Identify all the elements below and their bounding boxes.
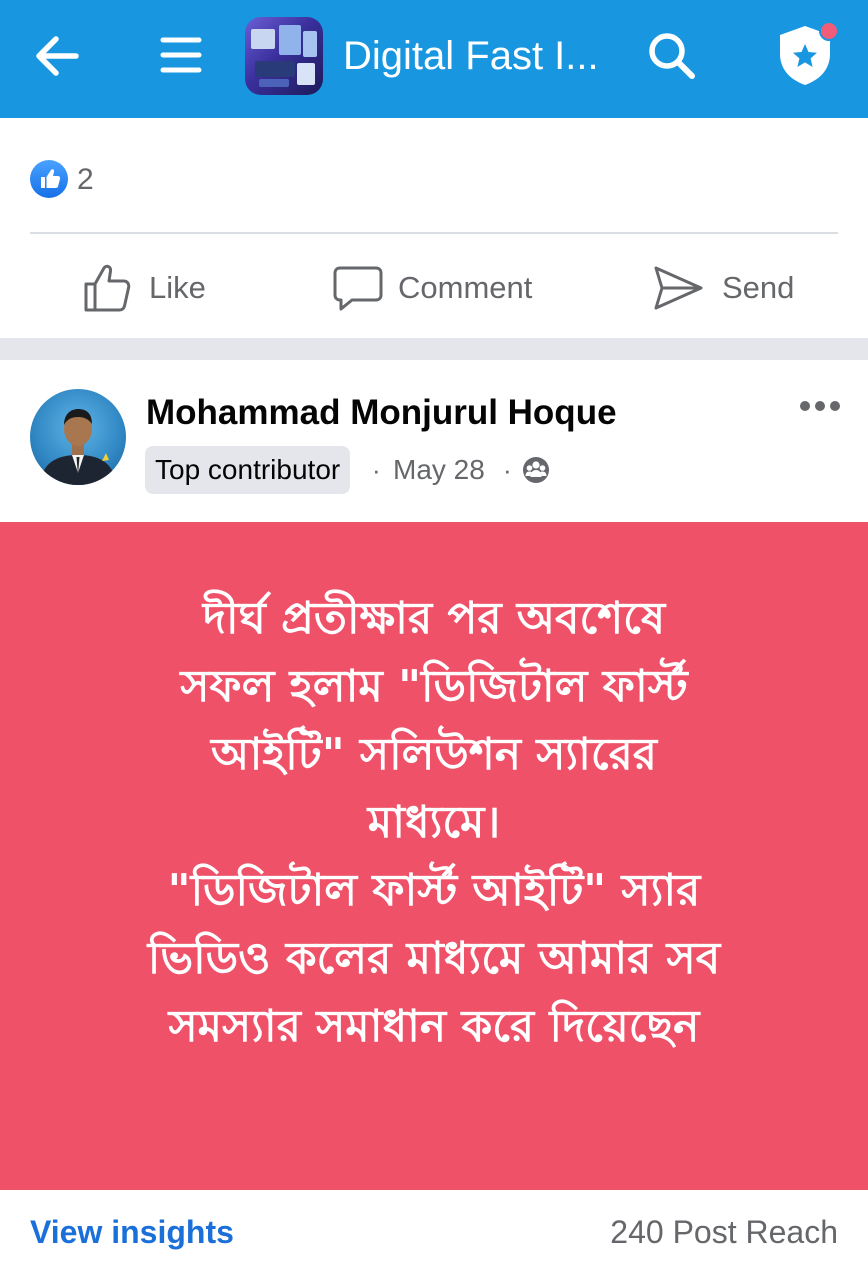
reaction-count: 2 (77, 163, 94, 196)
post-text-line: "ডিজিটাল ফার্স্ট আইটি" স্যার (167, 865, 701, 916)
post-text-line: মাধ্যমে। (367, 797, 501, 848)
search-icon[interactable] (644, 28, 698, 82)
more-options-icon[interactable] (798, 394, 842, 418)
meta-separator: · (503, 455, 512, 485)
group-title[interactable]: Digital Fast I... (343, 30, 599, 82)
send-icon (654, 266, 703, 310)
notification-dot (819, 21, 839, 41)
author-avatar[interactable] (30, 389, 126, 485)
comment-label: Comment (398, 270, 533, 305)
post-text-line: দীর্ঘ প্রতীক্ষার পর অবশেষে (202, 593, 666, 644)
post-text-line: সফল হলাম "ডিজিটাল ফার্স্ট (180, 661, 688, 712)
send-label: Send (722, 270, 795, 305)
post-reach: 240 Post Reach (610, 1214, 838, 1250)
send-button[interactable]: Send (652, 258, 812, 318)
like-label: Like (149, 270, 206, 305)
section-separator (0, 338, 868, 360)
comment-icon (333, 266, 383, 311)
like-button[interactable]: Like (82, 258, 222, 318)
post-text-line: সমস্যার সমাধান করে দিয়েছেন (168, 1001, 700, 1052)
meta-separator: · (372, 455, 381, 485)
post-detail-page: Digital Fast I... 2 Like Comment Send Mo… (0, 0, 868, 1280)
post-date[interactable]: May 28 (393, 451, 485, 489)
thumbs-up-icon (84, 264, 131, 312)
post-text[interactable]: দীর্ঘ প্রতীক্ষার পর অবশেষে সফল হলাম "ডিজ… (40, 585, 828, 1061)
group-privacy-icon (523, 457, 549, 483)
top-bar: Digital Fast I... (0, 0, 868, 118)
post-text-line: ভিডিও কলের মাধ্যমে আমার সব (147, 933, 721, 984)
group-avatar[interactable] (245, 17, 323, 95)
hamburger-menu-icon[interactable] (158, 30, 204, 80)
top-contributor-badge[interactable]: Top contributor (145, 446, 351, 494)
arrow-left-icon[interactable] (30, 28, 86, 84)
author-name[interactable]: Mohammad Monjurul Hoque (146, 390, 617, 436)
divider (30, 232, 838, 234)
post-text-line: আইটি" সলিউশন স্যারের (210, 729, 657, 780)
view-insights-link[interactable]: View insights (30, 1210, 234, 1254)
comment-button[interactable]: Comment (332, 258, 552, 318)
like-reaction-icon (30, 160, 68, 198)
